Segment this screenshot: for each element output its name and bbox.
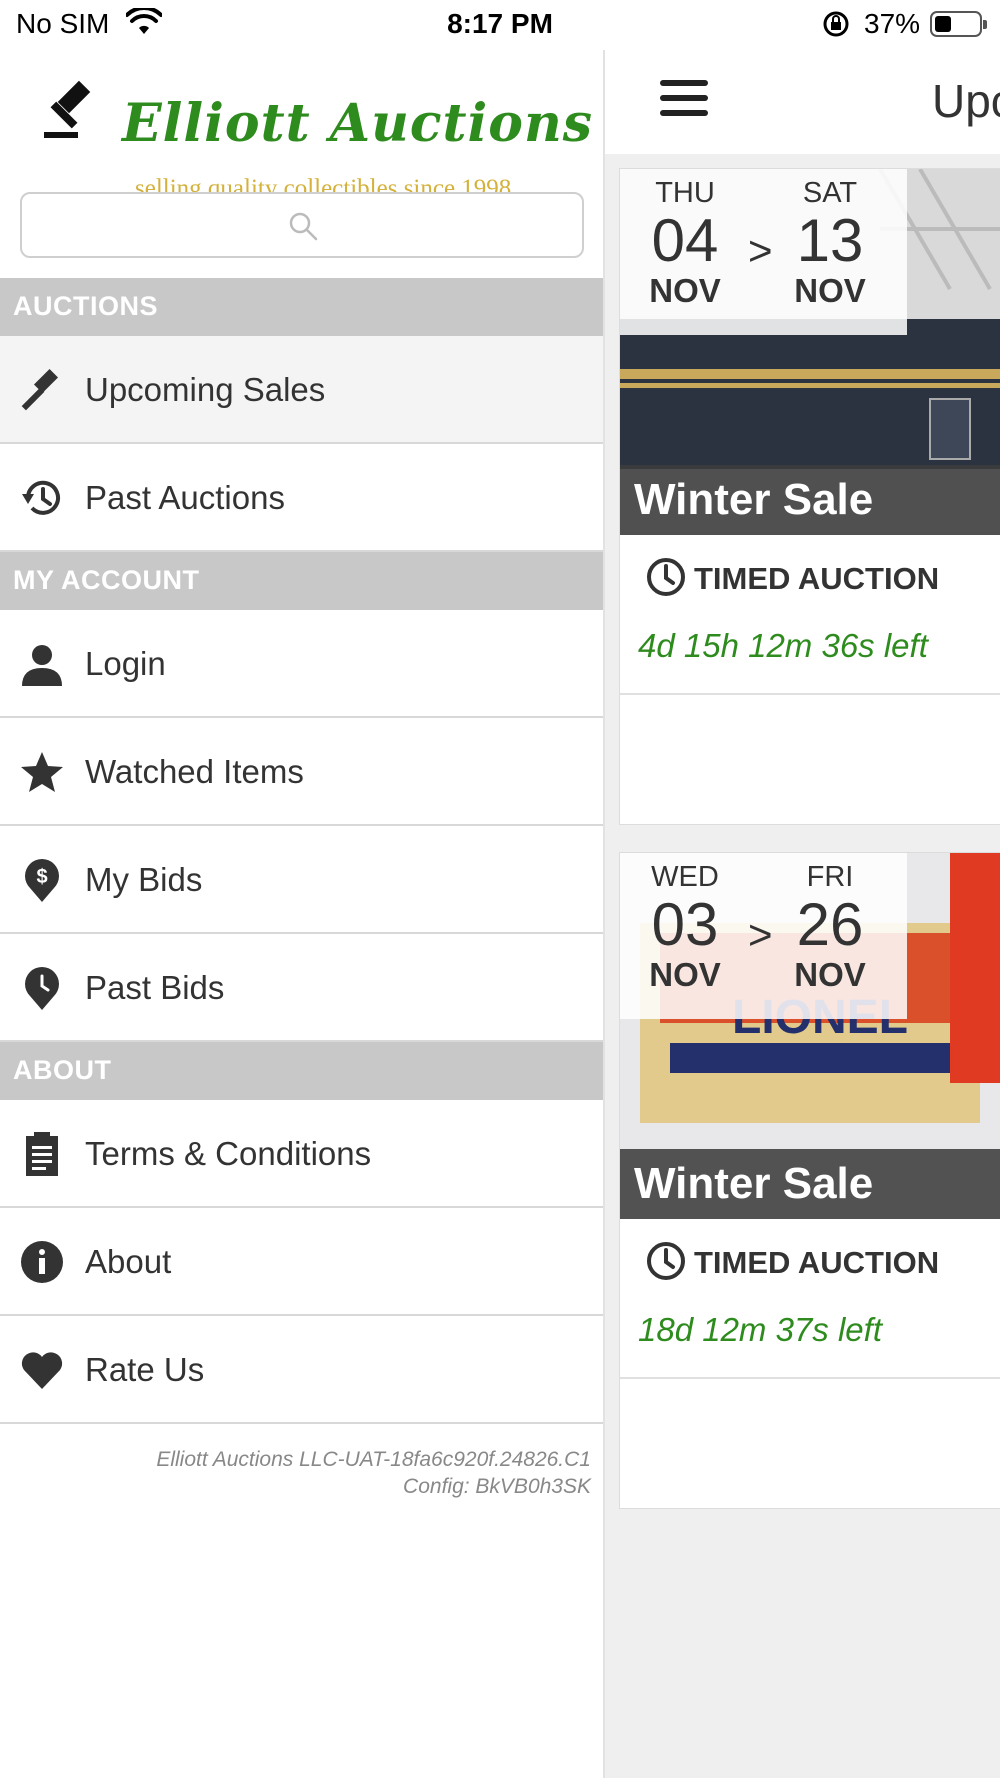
auction-card[interactable]: LIONEL WED 03 NOV > FRI 26 NOV Winter Sa…	[619, 852, 1000, 1509]
start-weekday: WED	[651, 861, 719, 893]
main-content: Upc THU 04 NOV > SAT 13	[603, 50, 1000, 1778]
rotation-lock-icon	[822, 10, 850, 45]
end-weekday: SAT	[802, 177, 858, 209]
clock-pin-icon	[25, 966, 60, 1010]
auction-type: TIMED AUCTION	[646, 557, 939, 597]
menu-item-label: Past Bids	[85, 969, 225, 1006]
time-left: 4d 15h 12m 36s left	[638, 627, 928, 664]
app-version-text: Elliott Auctions LLC-UAT-18fa6c920f.2482…	[156, 1448, 591, 1471]
menu-item-label: Rate Us	[85, 1351, 205, 1388]
menu-item-past-auctions[interactable]: Past Auctions	[0, 444, 603, 552]
auction-type-label: TIMED AUCTION	[694, 561, 940, 596]
section-header-about: ABOUT	[0, 1042, 603, 1100]
end-day: 13	[796, 207, 864, 274]
search-input[interactable]	[20, 192, 584, 258]
end-date: FRI 26 NOV	[775, 861, 885, 994]
end-month: NOV	[794, 272, 866, 309]
status-bar: No SIM 8:17 PM 37%	[0, 0, 1000, 50]
clock-icon	[647, 558, 685, 596]
sale-title-bar: Winter Sale	[620, 465, 1000, 535]
history-icon	[22, 480, 60, 515]
heart-icon	[21, 1352, 63, 1389]
menu-item-past-bids[interactable]: Past Bids	[0, 934, 603, 1042]
menu-item-login[interactable]: Login	[0, 610, 603, 718]
clipboard-icon	[26, 1132, 58, 1176]
user-icon	[22, 645, 62, 686]
start-date: WED 03 NOV	[630, 861, 740, 994]
menu-item-label: Past Auctions	[85, 479, 285, 516]
clock-icon	[647, 1242, 685, 1280]
auction-card[interactable]: THU 04 NOV > SAT 13 NOV Winter Sale TIME…	[619, 168, 1000, 825]
config-text: Config: BkVB0h3SK	[403, 1475, 591, 1498]
clock-time: 8:17 PM	[447, 8, 553, 39]
auction-image: LIONEL WED 03 NOV > FRI 26 NOV Winter Sa…	[620, 853, 1000, 1219]
start-month: NOV	[649, 956, 721, 993]
search-icon	[289, 212, 318, 241]
svg-text:$: $	[36, 866, 47, 888]
start-month: NOV	[649, 272, 721, 309]
date-arrow: >	[748, 227, 773, 274]
battery-percent: 37%	[864, 8, 921, 39]
auction-type: TIMED AUCTION	[646, 1241, 939, 1281]
menu-item-label: Watched Items	[85, 753, 304, 790]
menu-item-rate-us[interactable]: Rate Us	[0, 1316, 603, 1424]
end-date: SAT 13 NOV	[775, 177, 885, 310]
card-divider	[620, 1377, 1000, 1379]
date-arrow: >	[748, 911, 773, 958]
end-month: NOV	[794, 956, 866, 993]
sale-name: Winter Sale	[634, 1159, 874, 1208]
menu-item-watched-items[interactable]: Watched Items	[0, 718, 603, 826]
menu-item-upcoming-sales[interactable]: Upcoming Sales	[0, 336, 603, 444]
card-divider	[620, 693, 1000, 695]
info-icon	[21, 1241, 63, 1283]
auction-type-label: TIMED AUCTION	[694, 1245, 940, 1280]
menu-item-label: About	[85, 1243, 172, 1280]
end-weekday: FRI	[806, 861, 854, 893]
start-day: 03	[651, 891, 719, 958]
menu-item-label: My Bids	[85, 861, 203, 898]
menu-item-label: Login	[85, 645, 166, 682]
start-weekday: THU	[655, 177, 715, 209]
dollar-pin-icon: $	[25, 858, 60, 902]
gavel-icon	[44, 80, 91, 138]
top-bar: Upc	[605, 50, 1000, 154]
menu-item-my-bids[interactable]: $ My Bids	[0, 826, 603, 934]
date-range: THU 04 NOV > SAT 13 NOV	[620, 169, 907, 335]
hamburger-menu-icon[interactable]	[660, 80, 708, 120]
menu-item-terms[interactable]: Terms & Conditions	[0, 1100, 603, 1208]
section-header-auctions: AUCTIONS	[0, 278, 603, 336]
end-day: 26	[796, 891, 864, 958]
start-day: 04	[651, 207, 719, 274]
navigation-drawer: Elliott Auctions selling quality collect…	[0, 50, 603, 1778]
page-title: Upc	[932, 75, 1000, 127]
menu-item-about[interactable]: About	[0, 1208, 603, 1316]
battery-icon	[930, 11, 987, 37]
start-date: THU 04 NOV	[630, 177, 740, 310]
elliott-auctions-logo: Elliott Auctions selling quality collect…	[30, 75, 594, 202]
auction-image: THU 04 NOV > SAT 13 NOV Winter Sale	[620, 169, 1000, 535]
section-header-my-account: MY ACCOUNT	[0, 552, 603, 610]
brand-name: Elliott Auctions	[122, 93, 594, 154]
sale-name: Winter Sale	[634, 475, 874, 524]
menu-item-label: Upcoming Sales	[85, 371, 326, 408]
sale-title-bar: Winter Sale	[620, 1149, 1000, 1219]
date-range: WED 03 NOV > FRI 26 NOV	[620, 853, 907, 1019]
gavel-icon	[21, 368, 59, 411]
time-left: 18d 12m 37s left	[638, 1311, 882, 1348]
menu-item-label: Terms & Conditions	[85, 1135, 372, 1172]
star-icon	[21, 752, 63, 792]
